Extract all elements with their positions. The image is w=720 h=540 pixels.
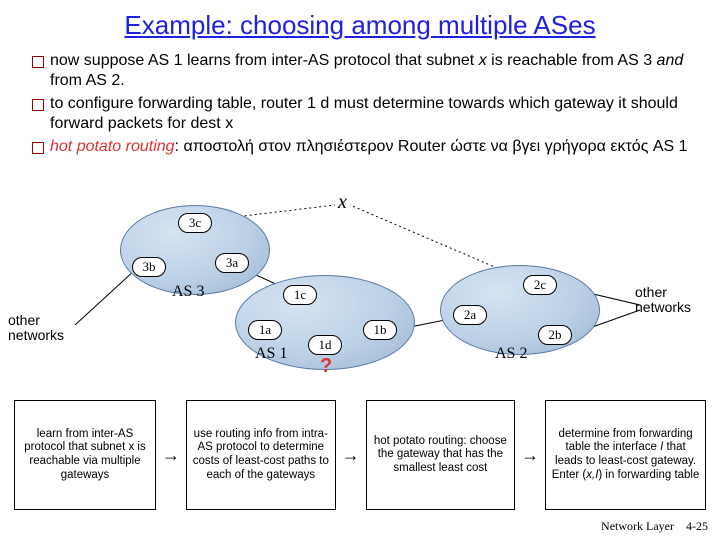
step-1-text: learn from inter-AS protocol that subnet… <box>20 428 150 482</box>
other-networks-left: other networks <box>8 313 78 344</box>
slide-footer: Network Layer 4-25 <box>601 519 708 534</box>
arrow-icon: → <box>342 445 360 466</box>
router-3c: 3c <box>178 213 212 233</box>
step-3-box: hot potato routing: choose the gateway t… <box>366 400 516 510</box>
router-2c: 2c <box>523 275 557 295</box>
other-networks-right: other networks <box>635 285 705 316</box>
step-4-text: determine from forwarding table the inte… <box>551 428 700 482</box>
bullet-1-text-a: now suppose AS 1 learns from inter-AS pr… <box>50 52 479 69</box>
bullet-1-text-b: is reachable from AS 3 <box>487 52 657 69</box>
step-3-text: hot potato routing: choose the gateway t… <box>372 435 510 476</box>
router-2b: 2b <box>538 325 572 345</box>
bullet-3-rest: : αποστολή στον πλησιέστερον Router ώστε… <box>175 138 688 155</box>
step-4-box: determine from forwarding table the inte… <box>545 400 706 510</box>
footer-label: Network Layer <box>601 519 674 533</box>
bullet-2: to configure forwarding table, router 1 … <box>50 94 690 135</box>
bullet-1-x: x <box>479 52 487 69</box>
as1-label: AS 1 <box>255 345 287 363</box>
question-mark-icon: ? <box>320 355 332 378</box>
bullet-1: now suppose AS 1 learns from inter-AS pr… <box>50 51 690 92</box>
bullet-1-and: and <box>657 52 684 69</box>
router-2a: 2a <box>453 305 487 325</box>
bullet-list: now suppose AS 1 learns from inter-AS pr… <box>0 47 720 157</box>
network-diagram: 3c 3b 3a 1c 1a 1d 1b 2a 2c 2b AS 3 AS 1 … <box>0 195 720 395</box>
as3-label: AS 3 <box>172 283 204 301</box>
subnet-x-label: x <box>338 191 347 214</box>
router-3b: 3b <box>132 257 166 277</box>
router-1b: 1b <box>363 320 397 340</box>
step-boxes: learn from inter-AS protocol that subnet… <box>0 400 720 510</box>
step-2-text: use routing info from intra-AS protocol … <box>192 428 330 482</box>
step-2-box: use routing info from intra-AS protocol … <box>186 400 336 510</box>
footer-page: 4-25 <box>686 519 708 533</box>
router-1c: 1c <box>283 285 317 305</box>
router-1d: 1d <box>308 335 342 355</box>
bullet-3: hot potato routing: αποστολή στον πλησιέ… <box>50 137 690 157</box>
bullet-1-text-c: from AS 2. <box>50 72 125 89</box>
bullet-3-hot: hot potato routing <box>50 138 175 155</box>
arrow-icon: → <box>521 445 539 466</box>
step-1-box: learn from inter-AS protocol that subnet… <box>14 400 156 510</box>
arrow-icon: → <box>162 445 180 466</box>
router-3a: 3a <box>215 253 249 273</box>
as2-label: AS 2 <box>495 345 527 363</box>
slide-title: Example: choosing among multiple ASes <box>0 0 720 47</box>
router-1a: 1a <box>248 320 282 340</box>
